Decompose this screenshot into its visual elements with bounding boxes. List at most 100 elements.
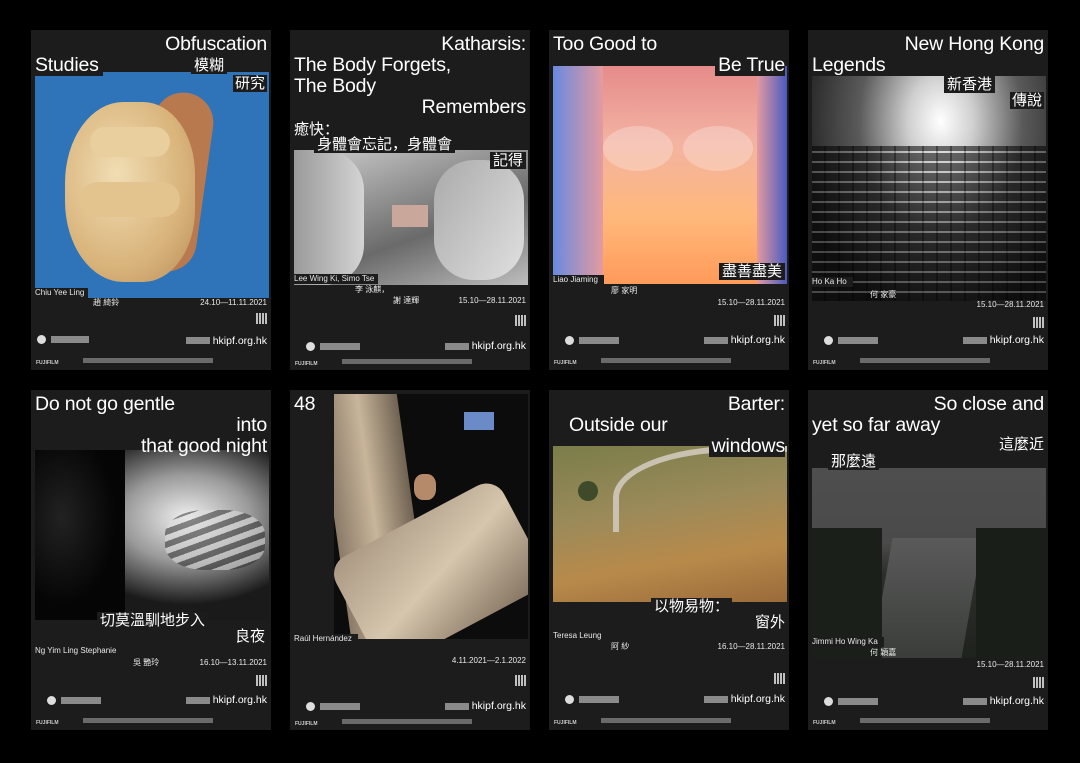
partner-logo <box>342 719 472 724</box>
poster-title-cn: 記得 <box>489 152 526 169</box>
artist-name: Chiu Yee Ling <box>35 288 89 298</box>
poster-title-line: Remembers <box>421 96 527 118</box>
poster-title-line: Outside our <box>569 414 668 436</box>
photo-tree-sky <box>35 450 269 620</box>
poster-too-good-to-be-true: Too Good to Be True 盡善盡美 Liao Jiaming 廖 … <box>549 30 789 370</box>
poster-title-line: The Body Forgets, <box>294 54 452 76</box>
artist-name: Jimmi Ho Wing Ka <box>812 637 884 647</box>
partner-logo <box>186 337 210 344</box>
poster-48: 48 Raúl Hernández 4.11.2021—2.1.2022 hki… <box>290 390 530 730</box>
website-link[interactable]: hkipf.org.hk <box>990 334 1044 346</box>
poster-title-cn: 研究 <box>232 74 267 92</box>
qr-code-icon <box>1033 317 1044 328</box>
website-link[interactable]: hkipf.org.hk <box>472 340 526 352</box>
sponsor-logo: FUJIFILM <box>554 720 577 726</box>
exhibition-dates: 16.10—28.11.2021 <box>717 642 785 651</box>
photo-road-aerial <box>553 446 787 602</box>
website-link[interactable]: hkipf.org.hk <box>731 334 785 346</box>
partner-logo <box>445 343 469 350</box>
exhibition-dates: 16.10—13.11.2021 <box>199 658 267 667</box>
poster-title-line: into <box>236 414 267 436</box>
partner-logo <box>445 703 469 710</box>
exhibition-dates: 24.10—11.11.2021 <box>200 298 267 307</box>
artist-name-cn: 李 泳麒， <box>355 285 390 294</box>
poster-new-hong-kong-legends: New Hong Kong Legends 新香港 傳說 Ho Ka Ho 何 … <box>808 30 1048 370</box>
artist-name-cn: 廖 家明 <box>611 286 638 295</box>
photo-river-city <box>812 468 1046 658</box>
partner-logo <box>186 697 210 704</box>
partner-logo <box>83 358 213 363</box>
qr-code-icon <box>256 675 267 686</box>
festival-logo-icon <box>565 695 574 704</box>
festival-logo-icon <box>37 335 46 344</box>
website-link[interactable]: hkipf.org.hk <box>213 694 267 706</box>
partner-logo <box>579 696 619 703</box>
poster-title-line: Studies <box>35 55 103 76</box>
festival-logo-icon <box>824 336 833 345</box>
poster-title-line: Too Good to <box>553 33 658 55</box>
qr-code-icon <box>774 315 785 326</box>
festival-logo-icon <box>47 696 56 705</box>
photo-bodies <box>294 150 528 285</box>
sponsor-logo: FUJIFILM <box>36 360 59 366</box>
photo-torso <box>553 66 787 284</box>
artist-name-cn: 何 穎嘉 <box>870 648 897 657</box>
photo-tree-trunk <box>334 394 528 639</box>
qr-code-icon <box>256 313 267 324</box>
poster-title-cn: 盡善盡美 <box>718 263 785 280</box>
qr-code-icon <box>1033 677 1044 688</box>
partner-logo <box>838 337 878 344</box>
poster-title-cn: 良夜 <box>232 627 267 645</box>
partner-logo <box>963 698 987 705</box>
website-link[interactable]: hkipf.org.hk <box>990 695 1044 707</box>
poster-title-cn: 傳說 <box>1009 91 1044 109</box>
poster-title-line: So close and <box>933 393 1045 415</box>
poster-title-line: that good night <box>140 435 267 457</box>
festival-logo-icon <box>824 697 833 706</box>
partner-logo <box>342 359 472 364</box>
partner-logo <box>83 718 213 723</box>
website-link[interactable]: hkipf.org.hk <box>472 700 526 712</box>
poster-title-line: Do not go gentle <box>35 393 175 415</box>
exhibition-dates: 15.10—28.11.2021 <box>717 298 785 307</box>
website-link[interactable]: hkipf.org.hk <box>731 693 785 705</box>
partner-logo <box>838 698 878 705</box>
poster-title-line: yet so far away <box>812 414 941 436</box>
qr-code-icon <box>515 675 526 686</box>
poster-title-line: Barter: <box>727 393 785 415</box>
artist-name-cn: 何 家豪 <box>870 290 897 299</box>
sponsor-logo: FUJIFILM <box>36 720 59 726</box>
poster-title-cn: 身體會忘記，身體會 <box>314 136 456 153</box>
sponsor-logo: FUJIFILM <box>813 360 836 366</box>
qr-code-icon <box>774 673 785 684</box>
poster-title-cn: 模糊 <box>191 57 228 74</box>
partner-logo <box>601 718 731 723</box>
exhibition-dates: 15.10—28.11.2021 <box>972 660 1044 670</box>
exhibition-dates: 4.11.2021—2.1.2022 <box>451 656 526 665</box>
website-link[interactable]: hkipf.org.hk <box>213 335 267 347</box>
sponsor-logo: FUJIFILM <box>295 721 318 727</box>
poster-barter: Barter: Outside our windows 以物易物： 窗外 Ter… <box>549 390 789 730</box>
poster-title-line: Be True <box>715 55 785 76</box>
poster-so-close-and-yet-so-far-away: So close and yet so far away 這麼近 那麼遠 Jim… <box>808 390 1048 730</box>
partner-logo <box>61 697 101 704</box>
photo-building-night <box>812 76 1046 301</box>
poster-title-cn: 窗外 <box>754 613 785 631</box>
poster-title-cn: 那麼遠 <box>828 453 880 470</box>
partner-logo <box>704 696 728 703</box>
partner-logo <box>963 337 987 344</box>
poster-title-line: New Hong Kong <box>904 33 1045 55</box>
festival-logo-icon <box>565 336 574 345</box>
poster-katharsis: Katharsis: The Body Forgets, The Body Re… <box>290 30 530 370</box>
artist-name: Liao Jiaming <box>553 275 604 285</box>
poster-title-line: Legends <box>812 55 890 76</box>
poster-obfuscation-studies: Obfuscation Studies 模糊 研究 Chiu Yee Ling … <box>31 30 271 370</box>
partner-logo <box>320 703 360 710</box>
artist-name: Ng Yim Ling Stephanie <box>35 646 117 655</box>
poster-title-cn: 切莫溫馴地步入 <box>97 612 209 629</box>
qr-code-icon <box>515 315 526 326</box>
exhibition-dates: 15.10—28.11.2021 <box>458 296 526 305</box>
artist-name-cn: 吳 艷玲 <box>133 658 160 667</box>
artist-name-cn: 趙 綺鈴 <box>93 298 120 307</box>
artist-name: Raúl Hernández <box>294 634 358 644</box>
